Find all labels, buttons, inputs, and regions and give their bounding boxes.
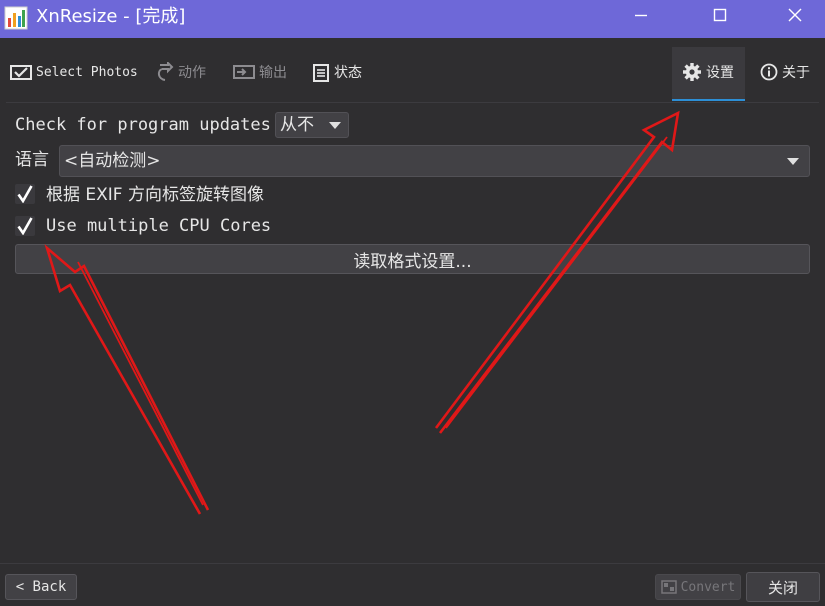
settings-label: 设置 [706,65,734,81]
window-title: XnResize - [完成] [36,6,186,27]
updates-label: Check for program updates [15,115,271,135]
maximize-icon [713,8,727,22]
action-icon [157,62,174,81]
output-icon [233,65,255,79]
settings-tab[interactable]: 设置 [682,58,734,86]
toolbar: Select Photos 动作 输出 状态 设置 关于 [0,38,825,102]
about-label: 关于 [782,65,810,81]
read-format-settings-button[interactable]: 读取格式设置... [15,244,810,274]
language-select-value: <自动检测> [64,151,161,171]
action-tab[interactable]: 动作 [156,58,206,86]
language-select[interactable]: <自动检测> [59,145,810,177]
chevron-down-icon [329,122,341,129]
output-label: 输出 [259,65,287,81]
active-tab-indicator [672,99,745,101]
back-button[interactable]: < Back [5,574,77,600]
status-label: 状态 [334,65,362,81]
exif-rotate-checkbox[interactable] [15,184,35,204]
language-label: 语言 [15,150,49,170]
checkmark-icon [17,217,33,235]
minimize-icon [635,14,647,17]
select-photos-button[interactable]: Select Photos [10,58,138,86]
photo-check-icon [10,65,32,80]
settings-panel: Check for program updates 从不 语言 <自动检测> 根… [0,103,825,563]
updates-select[interactable]: 从不 [275,112,349,138]
updates-select-value: 从不 [280,115,314,135]
clipboard-icon [313,64,329,82]
close-icon [788,8,802,22]
multi-cpu-label: Use multiple CPU Cores [46,216,272,236]
output-tab[interactable]: 输出 [233,58,287,86]
select-photos-label: Select Photos [36,64,138,80]
maximize-button[interactable] [697,0,743,30]
multi-cpu-checkbox[interactable] [15,216,35,236]
close-button[interactable]: 关闭 [746,572,820,602]
app-logo-icon [4,6,28,30]
about-tab[interactable]: 关于 [760,58,810,86]
gear-icon [683,63,701,81]
action-label: 动作 [178,65,206,81]
checkmark-icon [17,185,33,203]
exif-rotate-label: 根据 EXIF 方向标签旋转图像 [46,185,264,205]
bottom-bar: < Back Convert 关闭 [0,563,825,606]
status-tab[interactable]: 状态 [312,58,362,86]
convert-icon [660,580,677,594]
close-window-button[interactable] [772,0,818,30]
convert-label: Convert [680,579,736,595]
convert-button[interactable]: Convert [655,574,741,600]
minimize-button[interactable] [618,0,664,30]
title-bar: XnResize - [完成] [0,0,825,38]
info-icon [760,63,778,81]
chevron-down-icon [787,158,799,165]
